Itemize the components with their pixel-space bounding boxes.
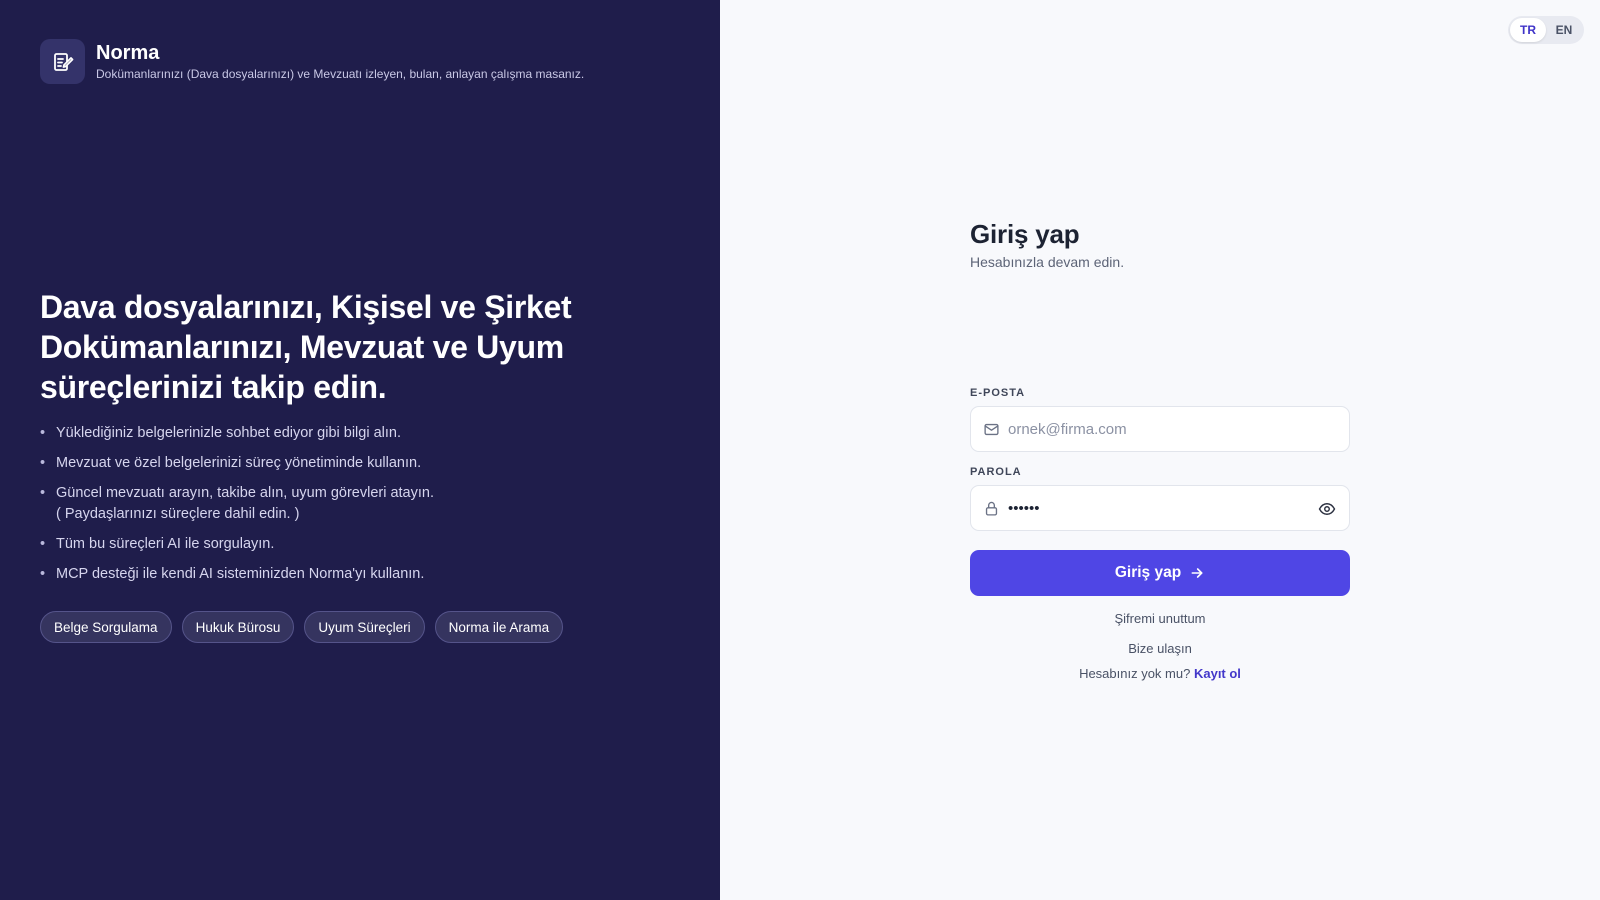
email-field[interactable] [970, 406, 1350, 452]
password-label: PAROLA [970, 466, 1022, 478]
language-tr-button[interactable]: TR [1510, 18, 1546, 42]
tag-belge-sorgulama: Belge Sorgulama [40, 611, 172, 643]
hero-line-1: Dava dosyalarınızı, Kişisel ve Şirket [40, 289, 572, 325]
login-submit-button[interactable]: Giriş yap [970, 550, 1350, 596]
register-link[interactable]: Kayıt ol [1194, 666, 1241, 681]
arrow-right-icon [1189, 565, 1205, 581]
feature-text: Güncel mevzuatı arayın, takibe alın, uyu… [56, 485, 434, 501]
forgot-password-link[interactable]: Şifremi unuttum [970, 611, 1350, 626]
brand-header: Norma Dokümanlarınızı (Dava dosyalarınız… [40, 39, 584, 84]
feature-item: MCP desteği ile kendi AI sisteminizden N… [40, 564, 680, 585]
hero-line-2: Dokümanlarınızı, Mevzuat ve Uyum [40, 329, 564, 365]
login-submit-label: Giriş yap [1114, 564, 1182, 581]
no-account-text: Hesabınız yok mu? [1079, 666, 1191, 681]
feature-list: Yüklediğiniz belgelerinizle sohbet ediyo… [40, 423, 680, 594]
lock-icon [983, 500, 1000, 517]
brand-panel: Norma Dokümanlarınızı (Dava dosyalarınız… [0, 0, 720, 900]
tag-uyum-surecleri: Uyum Süreçleri [304, 611, 425, 643]
feature-item: Mevzuat ve özel belgelerinizi süreç yöne… [40, 453, 680, 474]
feature-item: Yüklediğiniz belgelerinizle sohbet ediyo… [40, 423, 680, 444]
document-edit-icon [40, 39, 85, 84]
email-label: E-POSTA [970, 387, 1026, 399]
feature-item: Tüm bu süreçleri AI ile sorgulayın. [40, 534, 680, 555]
brand-name: Norma [96, 42, 160, 64]
language-en-button[interactable]: EN [1546, 18, 1582, 42]
register-prompt: Hesabınız yok mu? Kayıt ol [970, 666, 1350, 681]
contact-link[interactable]: Bize ulaşın [970, 641, 1350, 656]
feature-text-continued: ( Paydaşlarınızı süreçlere dahil edin. ) [56, 506, 300, 522]
hero-line-3: süreçlerinizi takip edin. [40, 369, 387, 405]
tag-list: Belge Sorgulama Hukuk Bürosu Uyum Süreçl… [40, 611, 564, 643]
eye-icon[interactable] [1317, 499, 1337, 519]
mail-icon [983, 421, 1000, 438]
brand-tagline: Dokümanlarınızı (Dava dosyalarınızı) ve … [96, 67, 585, 81]
login-subtitle: Hesabınızla devam edin. [970, 254, 1125, 270]
tag-hukuk-burosu: Hukuk Bürosu [181, 611, 295, 643]
tag-norma-ile-arama: Norma ile Arama [434, 611, 564, 643]
login-title: Giriş yap [970, 219, 1080, 249]
password-input[interactable] [1008, 499, 1308, 517]
language-switcher: TR EN [1508, 16, 1584, 44]
password-field[interactable] [970, 485, 1350, 531]
email-input[interactable] [1008, 420, 1308, 438]
hero-headline: Dava dosyalarınızı, Kişisel ve Şirket Do… [40, 287, 640, 407]
feature-item: Güncel mevzuatı arayın, takibe alın, uyu… [40, 483, 680, 525]
